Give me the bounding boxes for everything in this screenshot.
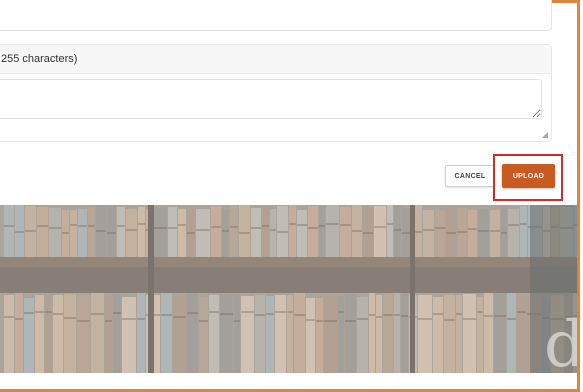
- library-banner-image: d: [0, 205, 577, 373]
- banner-overlay: [0, 205, 577, 373]
- description-card: 255 characters) ◢: [0, 44, 552, 142]
- banner-letter: d: [544, 308, 577, 373]
- description-textarea[interactable]: [0, 79, 542, 119]
- bookshelf-illustration: [0, 205, 577, 373]
- upload-button[interactable]: UPLOAD: [502, 164, 555, 188]
- resize-grip-icon[interactable]: ◢: [542, 130, 548, 139]
- title-input[interactable]: [0, 0, 552, 31]
- description-label: 255 characters): [0, 45, 551, 74]
- cancel-button[interactable]: CANCEL: [445, 165, 495, 187]
